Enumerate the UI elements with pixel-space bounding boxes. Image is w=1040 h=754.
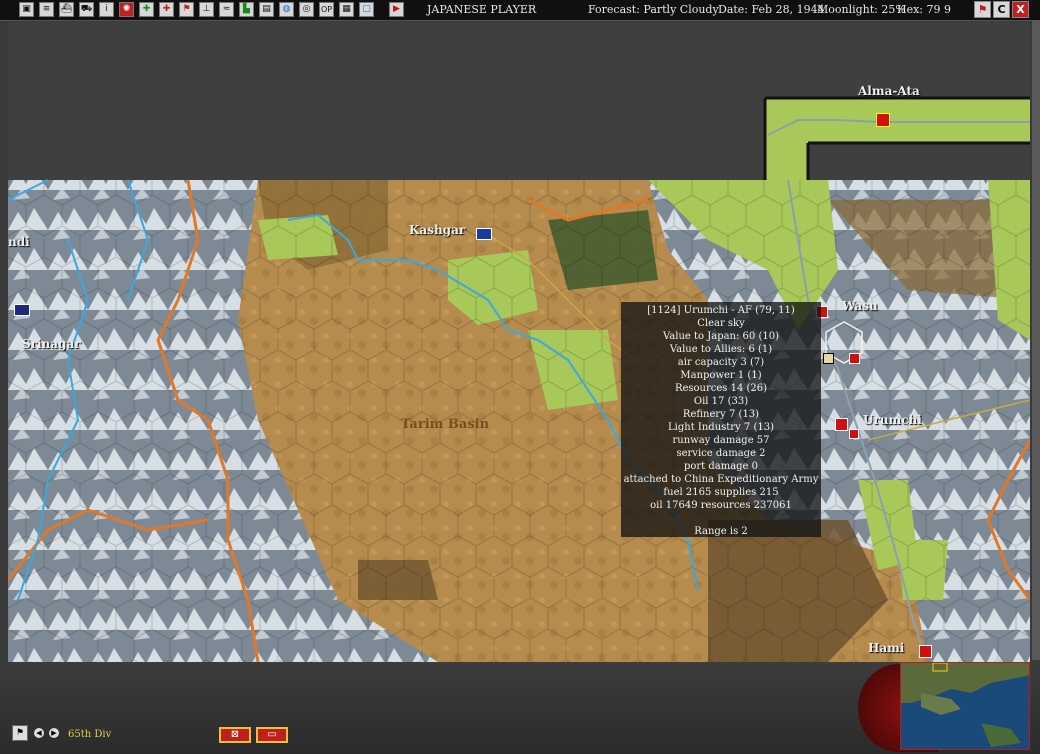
tooltip-line: Light Industry 7 (13) <box>668 422 774 433</box>
map-header-strip <box>8 22 1030 41</box>
city-label-partial: ndi <box>8 235 30 249</box>
rising-sun-icon[interactable]: ✺ <box>119 2 134 17</box>
city-label-alma-ata: Alma-Ata <box>858 84 920 98</box>
airfield-marker[interactable] <box>823 353 834 364</box>
tooltip-line: Oil 17 (33) <box>693 396 749 407</box>
infantry-unit-icon[interactable]: ⊠ <box>219 727 251 743</box>
selected-unit-label: 65th Div <box>68 729 112 740</box>
report-icon[interactable]: ▤ <box>259 2 274 17</box>
urumchi-unit-marker[interactable] <box>849 429 859 439</box>
hex-coordinate-label: Hex: 79 9 <box>897 3 952 16</box>
next-unit-icon[interactable]: ▶ <box>49 728 59 738</box>
end-turn-icon[interactable]: ▶ <box>389 2 404 17</box>
restore-button[interactable]: C <box>993 1 1010 18</box>
chinese-flag-marker[interactable] <box>476 228 492 240</box>
city-label-kashgar: Kashgar <box>409 223 466 237</box>
globe-icon[interactable]: ◍ <box>279 2 294 17</box>
hami-base-marker[interactable] <box>919 645 932 658</box>
factory-icon[interactable]: ▙ <box>239 2 254 17</box>
tooltip-line: fuel 2165 supplies 215 <box>663 487 779 498</box>
soviet-city-marker[interactable] <box>876 113 890 127</box>
tooltip-line: Refinery 7 (13) <box>682 409 760 420</box>
hex-map[interactable]: Alma-Ata Kashgar Wasu Urumchi Srinagar n… <box>6 40 1032 663</box>
city-label-hami: Hami <box>868 641 905 655</box>
ship-icon[interactable]: ⛴ <box>59 2 74 17</box>
top-toolbar: ▣ ≡ ⛴ ⛟ i ✺ ✚ ✚ ⚑ ⊥ ≈ ▙ ▤ ◍ ◎ OP ▦ ▢ ▶ J… <box>0 0 1040 21</box>
tooltip-line: Range is 2 <box>694 526 748 537</box>
flag-icon[interactable]: ⚑ <box>179 2 194 17</box>
list-icon[interactable]: ≡ <box>39 2 54 17</box>
tooltip-line: attached to China Expeditionary Army <box>623 474 819 485</box>
calendar-icon[interactable]: ▦ <box>339 2 354 17</box>
date-label: Date: Feb 28, 1944 <box>718 3 825 16</box>
moonlight-label: Moonlight: 25% <box>817 3 906 16</box>
airfield-icon[interactable]: ⊥ <box>199 2 214 17</box>
minimap[interactable] <box>900 662 1030 750</box>
tooltip-line: port damage 0 <box>683 461 759 472</box>
tooltip-line: runway damage 57 <box>672 435 770 446</box>
british-flag-marker[interactable] <box>14 304 30 316</box>
tooltip-line: Clear sky <box>697 318 745 329</box>
tooltip-line: Resources 14 (26) <box>674 383 768 394</box>
region-label-tarim-basin: Tarim Basin <box>401 417 490 432</box>
hex-info-tooltip: [1124] Urumchi - AF (79, 11) Clear sky V… <box>621 302 821 537</box>
minimap-terrain <box>901 663 1029 749</box>
tooltip-line: Manpower 1 (1) <box>680 370 762 381</box>
vertical-scrollbar[interactable] <box>1032 20 1040 660</box>
city-label-srinagar: Srinagar <box>22 337 81 351</box>
map-icon[interactable]: ▣ <box>19 2 34 17</box>
forecast-label: Forecast: Partly Cloudy <box>588 3 719 16</box>
supply-icon[interactable]: ≈ <box>219 2 234 17</box>
tooltip-line: oil 17649 resources 237061 <box>650 500 792 511</box>
tooltip-line: service damage 2 <box>676 448 766 459</box>
tooltip-line: Value to Japan: 60 (10) <box>663 331 779 342</box>
flag-window-icon[interactable]: ⚑ <box>974 1 991 18</box>
ground-unit-icon[interactable]: ✚ <box>159 2 174 17</box>
info-icon[interactable]: i <box>99 2 114 17</box>
player-label: JAPANESE PLAYER <box>427 3 537 16</box>
target-icon[interactable]: ◎ <box>299 2 314 17</box>
aircraft-icon[interactable]: ✚ <box>139 2 154 17</box>
previous-unit-icon[interactable]: ◀ <box>34 728 44 738</box>
tooltip-line <box>621 512 821 525</box>
screen-icon[interactable]: ▢ <box>359 2 374 17</box>
op-icon[interactable]: OP <box>319 2 334 17</box>
enemy-unit-marker[interactable] <box>849 353 860 364</box>
armor-unit-icon[interactable]: ▭ <box>256 727 288 743</box>
city-label-wasu: Wasu <box>842 299 878 313</box>
tooltip-line: [1124] Urumchi - AF (79, 11) <box>647 305 795 316</box>
truck-icon[interactable]: ⛟ <box>79 2 94 17</box>
city-label-urumchi: Urumchi <box>863 413 922 427</box>
flag-toggle-icon[interactable]: ⚑ <box>12 725 28 741</box>
tooltip-line: air capacity 3 (7) <box>677 357 765 368</box>
urumchi-base-marker[interactable] <box>835 418 848 431</box>
map-terrain <box>6 40 1032 663</box>
bottom-panel: ⚑ ◀ ▶ ⊠ ▭ <box>0 662 1040 754</box>
close-button[interactable]: X <box>1012 1 1029 18</box>
tooltip-line: Value to Allies: 6 (1) <box>669 344 773 355</box>
